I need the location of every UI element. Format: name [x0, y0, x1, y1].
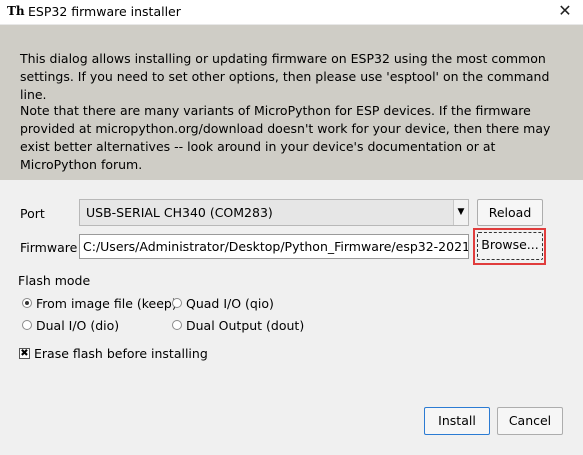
window-title: ESP32 firmware installer [28, 4, 181, 19]
info-panel: This dialog allows installing or updatin… [0, 25, 583, 180]
flash-mode-label: Flash mode [18, 273, 91, 288]
radio-keep-label[interactable]: From image file (keep) [36, 296, 177, 311]
port-label: Port [20, 206, 45, 221]
info-paragraph-variants: Note that there are many variants of Mic… [20, 103, 551, 172]
thonny-app-icon: Th [7, 4, 25, 18]
firmware-path-field[interactable]: C:/Users/Administrator/Desktop/Python_Fi… [79, 234, 469, 259]
install-button[interactable]: Install [424, 407, 490, 435]
info-paragraph-usage: This dialog allows installing or updatin… [20, 51, 550, 102]
port-select-value: USB-SERIAL CH340 (COM283) [86, 205, 273, 220]
highlight-box [473, 228, 546, 265]
firmware-path-value: C:/Users/Administrator/Desktop/Python_Fi… [83, 239, 469, 254]
close-icon[interactable]: ✕ [555, 0, 575, 22]
reload-button[interactable]: Reload [477, 199, 543, 226]
radio-qio-label[interactable]: Quad I/O (qio) [186, 296, 274, 311]
cancel-button[interactable]: Cancel [497, 407, 563, 435]
radio-dout[interactable] [172, 320, 182, 330]
radio-keep[interactable] [22, 298, 32, 308]
radio-dio-label[interactable]: Dual I/O (dio) [36, 318, 119, 333]
radio-dio[interactable] [22, 320, 32, 330]
radio-qio[interactable] [172, 298, 182, 308]
erase-flash-label[interactable]: Erase flash before installing [34, 346, 208, 361]
port-select[interactable]: USB-SERIAL CH340 (COM283) ▼ [79, 199, 469, 226]
erase-flash-checkbox[interactable]: ✖ [19, 348, 30, 359]
radio-dout-label[interactable]: Dual Output (dout) [186, 318, 304, 333]
firmware-label: Firmware [20, 240, 78, 255]
chevron-down-icon[interactable]: ▼ [453, 200, 468, 225]
title-bar: Th ESP32 firmware installer ✕ [0, 0, 583, 25]
